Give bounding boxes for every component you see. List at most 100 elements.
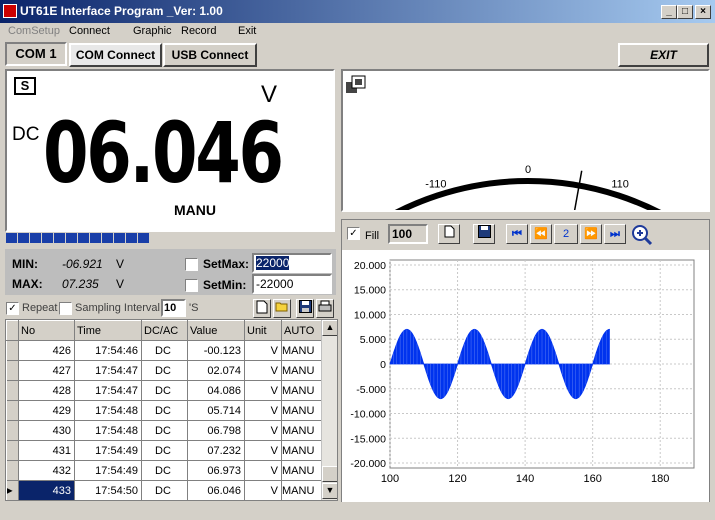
bar-segment: [18, 233, 29, 243]
usb-connect-button[interactable]: USB Connect: [163, 43, 257, 67]
menu-record[interactable]: Record: [181, 25, 216, 37]
printer-icon: [318, 300, 332, 312]
sampling-checkbox[interactable]: [59, 302, 72, 315]
bar-segment: [102, 233, 113, 243]
table-cell-auto: MANU: [281, 440, 322, 461]
skip-first-icon: ⏮: [512, 228, 522, 240]
table-row[interactable]: 427 17:54:47 DC 02.074 V MANU: [6, 360, 322, 381]
prev-page-button[interactable]: ⏪: [530, 224, 552, 244]
rewind-icon: ⏪: [534, 228, 548, 240]
max-value: 07.235: [62, 277, 99, 291]
x-tick-label: 160: [583, 473, 601, 485]
bar-segment: [54, 233, 65, 243]
column-header[interactable]: No: [18, 320, 75, 341]
maximize-button[interactable]: □: [677, 5, 693, 19]
table-cell-time: 17:54:49: [74, 460, 142, 481]
open-log-button[interactable]: [273, 299, 291, 318]
repeat-checkbox[interactable]: ✓: [6, 302, 19, 315]
y-tick-label: -20.000: [350, 458, 386, 470]
gauge-needle: [573, 170, 583, 210]
table-cell-unit: V: [244, 440, 282, 461]
interval-input[interactable]: 10: [161, 299, 186, 317]
y-tick-label: 20.000: [354, 260, 386, 272]
table-cell-dcac: DC: [141, 360, 188, 381]
x-tick-label: 180: [651, 473, 669, 485]
first-page-button[interactable]: ⏮: [506, 224, 528, 244]
scroll-thumb[interactable]: [322, 466, 337, 482]
table-row[interactable]: 431 17:54:49 DC 07.232 V MANU: [6, 440, 322, 461]
table-cell-time: 17:54:47: [74, 360, 142, 381]
y-tick-label: -5.000: [356, 384, 386, 396]
gauge-tick-label: 0: [525, 164, 531, 176]
column-header[interactable]: AUTO: [281, 320, 322, 341]
setmin-input[interactable]: -22000: [252, 274, 332, 294]
menu-exit[interactable]: Exit: [238, 25, 256, 37]
row-indicator: [6, 440, 19, 461]
chart-new-button[interactable]: [438, 224, 460, 244]
analog-gauge-panel: -220-1100110220: [341, 69, 710, 212]
table-row[interactable]: 426 17:54:46 DC -00.123 V MANU: [6, 340, 322, 361]
table-cell-dcac: DC: [141, 420, 188, 441]
new-log-button[interactable]: [253, 299, 271, 318]
table-cell-unit: V: [244, 460, 282, 481]
table-cell-value: 06.973: [187, 460, 245, 481]
column-header[interactable]: DC/AC: [141, 320, 188, 341]
bar-segment: [126, 233, 137, 243]
print-log-button[interactable]: [316, 299, 334, 318]
records-table[interactable]: No Time DC/AC Value Unit AUTO 426 17:54:4…: [5, 319, 338, 501]
column-header[interactable]: Value: [187, 320, 245, 341]
app-icon: [3, 4, 17, 18]
fill-checkbox[interactable]: ✓: [347, 227, 360, 240]
save-icon: [477, 225, 491, 238]
table-cell-value: 07.232: [187, 440, 245, 461]
minimize-button[interactable]: _: [661, 5, 677, 19]
skip-last-icon: ⏭: [610, 228, 620, 240]
scroll-up-arrow-icon[interactable]: ▲: [322, 320, 337, 336]
last-page-button[interactable]: ⏭: [604, 224, 626, 244]
row-indicator: [6, 380, 19, 401]
column-header[interactable]: Time: [74, 320, 142, 341]
chart-save-button[interactable]: [473, 224, 495, 244]
bar-segment: [78, 233, 89, 243]
title-bar: UT61E Interface Program _Ver: 1.00 _ □ ×: [0, 0, 715, 23]
table-cell-auto: MANU: [281, 460, 322, 481]
menu-connect[interactable]: Connect: [69, 25, 110, 37]
close-button[interactable]: ×: [695, 5, 711, 19]
setmax-input[interactable]: 22000: [252, 253, 332, 273]
gauge-tick-label: -110: [425, 178, 446, 190]
port-label[interactable]: COM 1: [5, 42, 67, 66]
repeat-label: Repeat: [22, 302, 58, 314]
setmin-checkbox[interactable]: [185, 279, 198, 292]
gauge-arc: [394, 178, 662, 210]
row-indicator: [6, 460, 19, 481]
com-connect-button[interactable]: COM Connect: [69, 43, 162, 67]
table-cell-no: 426: [18, 340, 75, 361]
open-folder-icon: [275, 302, 288, 312]
setmax-checkbox[interactable]: [185, 258, 198, 271]
table-row[interactable]: 432 17:54:49 DC 06.973 V MANU: [6, 460, 322, 481]
table-cell-unit: V: [244, 380, 282, 401]
scroll-down-arrow-icon[interactable]: ▼: [322, 483, 337, 499]
points-input[interactable]: 100: [388, 224, 428, 244]
table-row[interactable]: 428 17:54:47 DC 04.086 V MANU: [6, 380, 322, 401]
next-page-button[interactable]: ⏩: [580, 224, 602, 244]
bar-segment: [6, 233, 17, 243]
column-header[interactable]: Unit: [244, 320, 282, 341]
table-cell-unit: V: [244, 400, 282, 421]
table-cell-value: 05.714: [187, 400, 245, 421]
y-tick-label: 5.000: [360, 334, 386, 346]
table-cell-unit: V: [244, 480, 282, 500]
menu-comsetup[interactable]: ComSetup: [8, 25, 60, 37]
x-tick-label: 140: [516, 473, 534, 485]
vertical-scrollbar[interactable]: ▲ ▼: [321, 320, 337, 500]
save-log-button[interactable]: [296, 299, 314, 318]
menu-bar: ComSetup Connect Graphic Record Exit: [0, 23, 715, 40]
table-row[interactable]: 430 17:54:48 DC 06.798 V MANU: [6, 420, 322, 441]
table-cell-no: 430: [18, 420, 75, 441]
zoom-icon[interactable]: [630, 223, 654, 247]
menu-graphic[interactable]: Graphic: [133, 25, 172, 37]
page-number[interactable]: 2: [554, 224, 578, 244]
table-row[interactable]: ▶ 433 17:54:50 DC 06.046 V MANU: [6, 480, 322, 500]
exit-button[interactable]: EXIT: [618, 43, 709, 67]
table-row[interactable]: 429 17:54:48 DC 05.714 V MANU: [6, 400, 322, 421]
